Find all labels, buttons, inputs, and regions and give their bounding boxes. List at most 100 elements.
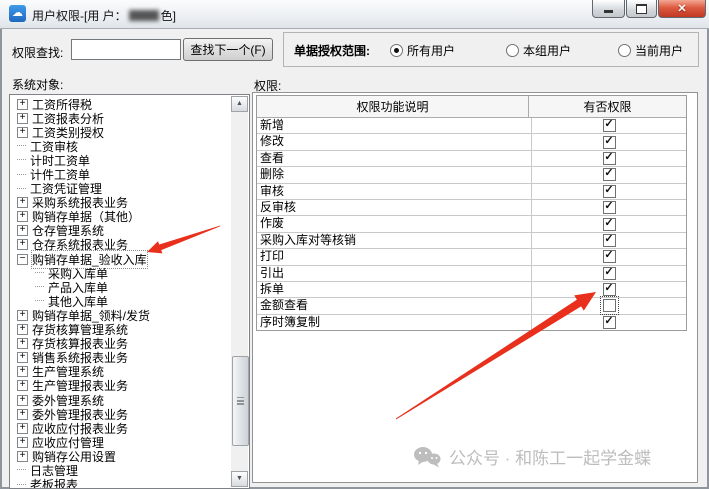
table-header: 权限功能说明 有否权限 [257,96,686,118]
expand-toggle-icon[interactable]: + [17,380,28,391]
permission-value-cell: ✓ [532,282,686,297]
tree-leaf-dash [17,469,26,471]
column-header-description: 权限功能说明 [257,96,529,117]
titlebar: ☁ 用户权限-[用 户：色] ✕ [0,0,709,29]
tree-leaf-dash [35,286,44,288]
table-row: 金额查看 [257,298,686,314]
permission-checkbox[interactable]: ✓ [603,168,616,181]
tree-list: +工资所得税+工资报表分析+工资类别授权工资审核计时工资单计件工资单工资凭证管理… [11,97,230,489]
tree-leaf-dash [17,188,26,190]
expand-toggle-icon[interactable]: + [17,113,28,124]
scope-group-label: 单据授权范围: [294,42,370,59]
expand-toggle-icon[interactable]: + [17,197,28,208]
permission-checkbox[interactable]: ✓ [603,201,616,214]
radio-label: 所有用户 [407,42,455,59]
permission-value-cell: ✓ [532,233,686,248]
scope-groupbox: 单据授权范围: 所有用户 本组用户 当前用户 [283,32,699,67]
permission-checkbox[interactable]: ✓ [603,136,616,149]
permission-checkbox[interactable]: ✓ [603,119,616,132]
table-row: 反审核✓ [257,200,686,216]
radio-circle[interactable] [506,44,519,57]
permission-checkbox[interactable] [603,299,616,312]
tree-leaf-dash [17,159,26,161]
permission-name: 作废 [257,216,532,231]
column-header-has-permission: 有否权限 [529,96,686,117]
tree-item[interactable]: 老板报表 [11,478,230,489]
tree-item[interactable]: −购销存单据_验收入库 [11,252,230,266]
permission-name: 引出 [257,266,532,281]
expand-toggle-icon[interactable]: + [17,99,28,110]
permission-value-cell [532,298,686,313]
permission-checkbox[interactable]: ✓ [603,250,616,263]
window-controls: ✕ [591,0,706,18]
radio-option[interactable]: 所有用户 [390,42,455,59]
expand-toggle-icon[interactable]: + [17,310,28,321]
minimize-button[interactable] [592,0,625,18]
find-next-button[interactable]: 查找下一个(F) [183,38,273,61]
permission-value-cell: ✓ [532,134,686,149]
tree-leaf-dash [35,272,44,274]
wechat-icon [412,445,442,469]
permission-name: 采购入库对等核销 [257,233,532,248]
redacted-username [129,10,159,21]
permission-name: 删除 [257,167,532,182]
expand-toggle-icon[interactable]: + [17,437,28,448]
permission-checkbox[interactable]: ✓ [603,218,616,231]
permission-name: 新增 [257,118,532,133]
permission-checkbox[interactable]: ✓ [603,316,616,329]
radio-option[interactable]: 本组用户 [506,42,571,59]
tree-leaf-dash [17,145,26,147]
expand-toggle-icon[interactable]: + [17,239,28,250]
expand-toggle-icon[interactable]: + [17,338,28,349]
radio-option[interactable]: 当前用户 [618,42,683,59]
expand-toggle-icon[interactable]: + [17,211,28,222]
table-row: 审核✓ [257,184,686,200]
radio-circle[interactable] [618,44,631,57]
expand-toggle-icon[interactable]: + [17,409,28,420]
scroll-down-button[interactable]: ▼ [231,471,248,487]
scroll-thumb[interactable] [232,356,249,446]
expand-toggle-icon[interactable]: + [17,395,28,406]
tree-leaf-dash [35,300,44,302]
expand-toggle-icon[interactable]: + [17,225,28,236]
permission-name: 查看 [257,151,532,166]
table-row: 查看 ✓ [257,151,686,167]
expand-toggle-icon[interactable]: + [17,423,28,434]
permissions-table: 权限功能说明 有否权限 新增✓修改✓查看✓删除✓审核✓反审核✓作废✓采购入库对等… [256,95,687,331]
scroll-up-button[interactable]: ▲ [231,96,248,112]
tree-item[interactable]: 产品入库单 [11,280,230,294]
permission-checkbox[interactable]: ✓ [603,234,616,247]
expand-toggle-icon[interactable]: + [17,324,28,335]
permission-value-cell: ✓ [532,266,686,281]
table-row: 打印 ✓ [257,249,686,265]
collapse-toggle-icon[interactable]: − [17,254,28,265]
expand-toggle-icon[interactable]: + [17,127,28,138]
expand-toggle-icon[interactable]: + [17,451,28,462]
tree-item[interactable]: 采购入库单 [11,266,230,280]
close-button[interactable]: ✕ [658,0,706,18]
tree-leaf-dash [17,484,26,486]
radio-circle[interactable] [390,44,403,57]
permission-checkbox[interactable]: ✓ [603,185,616,198]
table-row: 拆单 ✓ [257,282,686,298]
expand-toggle-icon[interactable]: + [17,352,28,363]
tree-scrollbar[interactable]: ▲ ▼ [231,96,248,487]
permission-name: 序时簿复制 [257,315,532,330]
permission-checkbox[interactable]: ✓ [603,283,616,296]
expand-toggle-icon[interactable]: + [17,366,28,377]
user-permissions-window: ☁ 用户权限-[用 户：色] ✕ 权限查找: 查找下一个(F) 单据授权范围: … [0,0,709,489]
permission-checkbox[interactable]: ✓ [603,267,616,280]
radio-label: 本组用户 [523,42,571,59]
permission-checkbox[interactable]: ✓ [603,152,616,165]
permission-name: 打印 [257,249,532,264]
permission-name: 拆单 [257,282,532,297]
table-row: 采购入库对等核销 ✓ [257,233,686,249]
permission-name: 修改 [257,134,532,149]
permission-value-cell: ✓ [532,249,686,264]
permission-value-cell: ✓ [532,184,686,199]
watermark-text: 公众号 · 和陈工一起学金蝶 [449,444,651,469]
maximize-button[interactable] [626,0,657,18]
table-body: 新增✓修改✓查看✓删除✓审核✓反审核✓作废✓采购入库对等核销✓打印✓引出✓拆单✓… [257,118,686,330]
window-title: 用户权限-[用 户：色] [32,7,176,24]
permission-search-input[interactable] [71,39,181,60]
